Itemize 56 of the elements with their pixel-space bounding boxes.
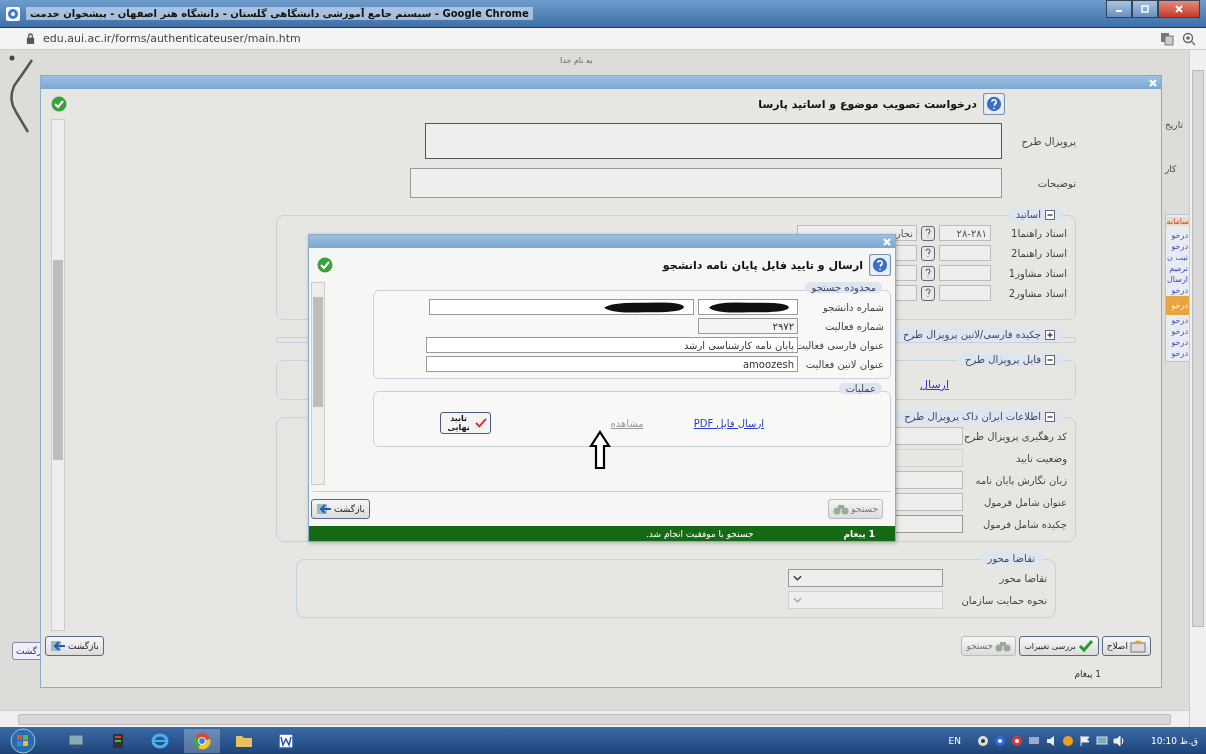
clock[interactable]: 10:10 ق.ظ — [1151, 735, 1198, 746]
section-title: چکیده فارسی/لاتین پروپزال طرح — [903, 329, 1041, 340]
field-label: استاد راهنما1 — [1010, 227, 1067, 239]
dialog-title: درخواست تصویب موضوع و اساتید پارسا — [758, 97, 977, 111]
menu-item[interactable]: درخو — [1166, 326, 1189, 337]
input-field[interactable]: ۲۹۷۲ — [698, 318, 798, 334]
status-message: جستجو با موفقیت انجام شد. — [645, 528, 754, 539]
field-label: شماره فعالیت — [824, 320, 884, 332]
input-field[interactable]: پایان نامه کارشناسی ارشد — [426, 337, 798, 353]
back-button[interactable]: بازگشت — [45, 636, 104, 656]
greeting-text: به نام خدا — [560, 56, 593, 65]
menu-item[interactable]: درخو — [1166, 315, 1189, 326]
side-label: کار — [1165, 164, 1177, 174]
field-label: استاد راهنما2 — [1010, 247, 1067, 259]
menu-item[interactable]: درخو — [1166, 230, 1189, 241]
input-field[interactable]: ۲۸-۲۸۱ — [939, 225, 991, 241]
menu-title: سامانه — [1166, 217, 1189, 226]
menu-item[interactable]: درخو — [1166, 241, 1189, 252]
field-label: عنوان لاتین فعالیت — [804, 358, 884, 370]
side-label: تاریخ — [1165, 120, 1183, 130]
confirm-button[interactable]: تایید نهایی — [439, 412, 491, 434]
field-label: زبان نگارش پایان نامه — [974, 474, 1067, 486]
field-label: استاد مشاور2 — [1007, 287, 1067, 299]
dialog-title: ارسال و تایید فایل پایان نامه دانشجو — [662, 258, 863, 272]
menu-item[interactable]: درخو — [1166, 337, 1189, 348]
input-field[interactable]: amoozesh — [426, 356, 798, 372]
section-title: عملیات — [839, 383, 882, 394]
review-button[interactable]: بررسی تغییرات — [1019, 636, 1099, 656]
field-label: عنوان شامل فرمول — [982, 496, 1067, 508]
field-label: چکیده شامل فرمول — [982, 518, 1067, 530]
section-title: تقاضا محور — [987, 553, 1035, 564]
status-message-count: 1 پیغام — [843, 528, 875, 539]
upload-link[interactable]: ارسال فایل PDF — [693, 417, 764, 429]
menu-item[interactable]: ثبت ن — [1166, 252, 1189, 263]
menu-item[interactable]: ارسال — [1166, 274, 1189, 285]
menu-item[interactable]: درخو — [1166, 348, 1189, 359]
window-title: سیستم جامع آموزشی دانشگاهی گلستان - دانشگاه هنر اصفهان - پیشخوان خدمت - Google Chrome — [26, 7, 533, 20]
menu-item[interactable]: درخو — [1166, 285, 1189, 296]
field-label: استاد مشاور1 — [1007, 267, 1067, 279]
field-label: تقاضا محور — [998, 572, 1047, 584]
url-text[interactable]: edu.aui.ac.ir/forms/authenticateuser/main.htm — [43, 32, 301, 45]
menu-item[interactable]: ترمیم — [1166, 263, 1189, 274]
status-message-count: 1 پیغام — [1074, 669, 1101, 679]
edit-button[interactable]: اصلاح — [1101, 636, 1151, 656]
section-title: اساتید — [1015, 209, 1041, 220]
section-title: فایل پروپزال طرح — [965, 354, 1041, 365]
language-indicator[interactable]: EN — [948, 735, 961, 746]
send-link[interactable]: ارسال — [920, 378, 949, 391]
section-title: اطلاعات ایران داک پروپزال طرح — [904, 411, 1041, 422]
field-label: شماره دانشجو — [821, 301, 884, 313]
field-label: وضعیت تایید — [1014, 452, 1067, 464]
section-title: محدوده جستجو — [805, 282, 882, 293]
field-label: توضیحات — [1036, 177, 1076, 189]
back-button[interactable]: بازگشت — [311, 499, 370, 519]
field-label: پروپزال طرح — [1020, 135, 1076, 147]
field-label: نحوه حمایت سازمان — [960, 594, 1047, 606]
